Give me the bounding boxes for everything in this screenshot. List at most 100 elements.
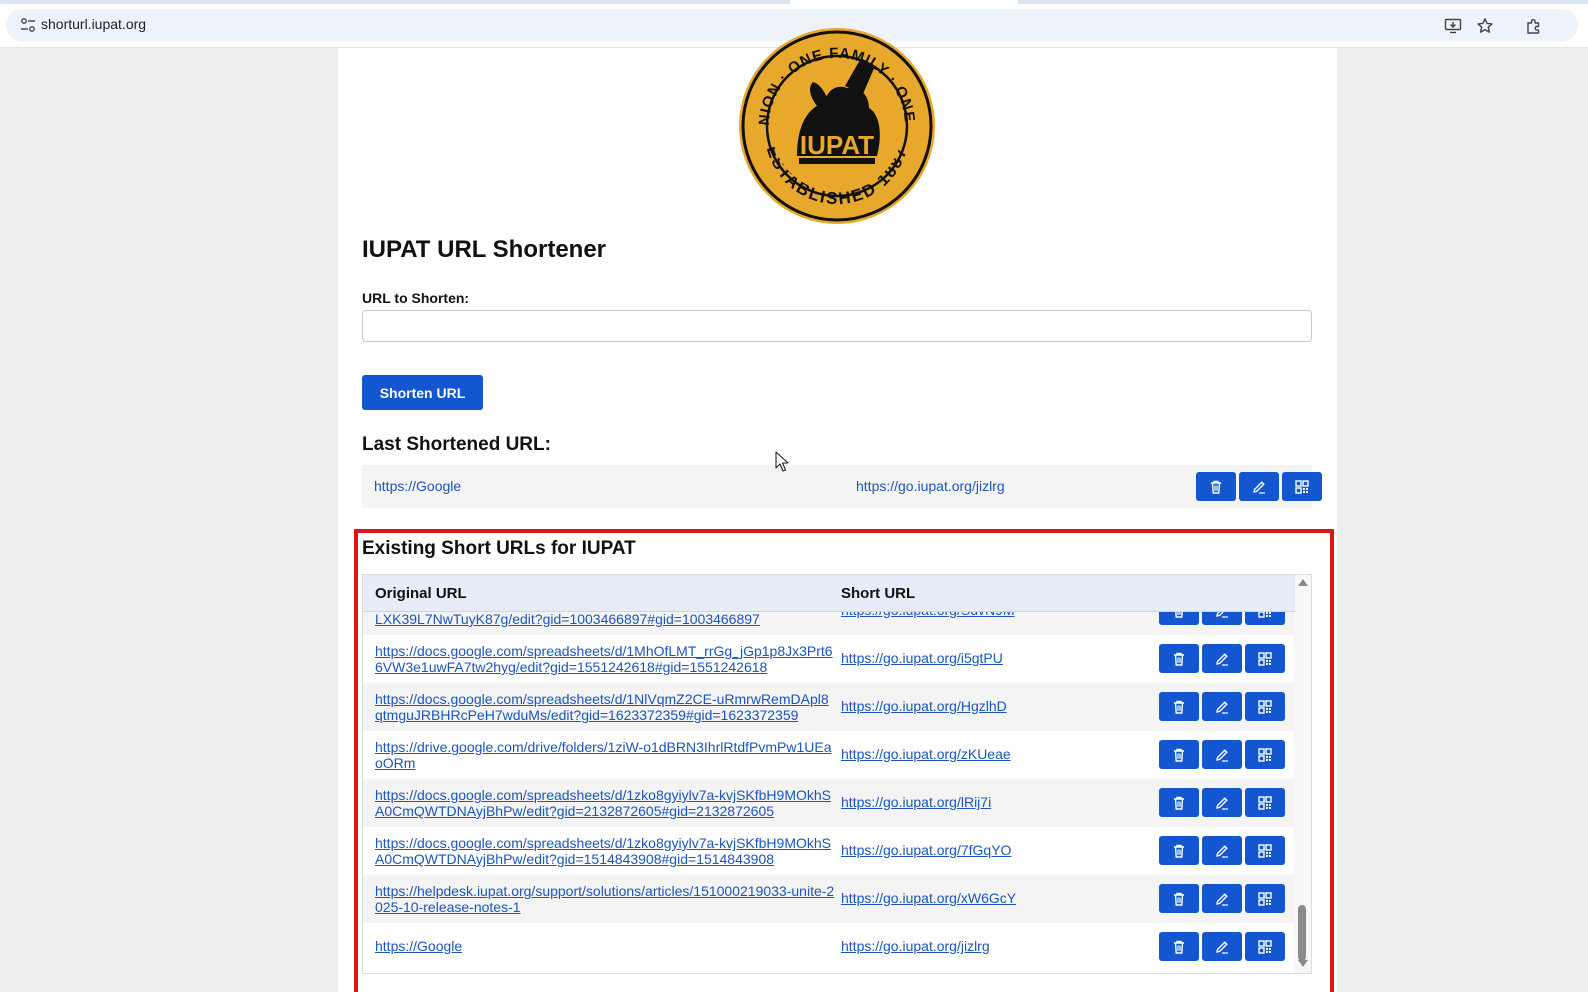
scroll-down-arrow[interactable] [1298,960,1308,967]
original-url-link[interactable]: https://docs.google.com/spreadsheets/d/1… [375,835,835,867]
original-url-link[interactable]: https://drive.google.com/drive/folders/1… [375,739,835,771]
original-url-link[interactable]: https://docs.google.com/spreadsheets/d/1… [375,643,835,675]
qr-code-button[interactable] [1245,740,1285,769]
edit-button[interactable] [1202,692,1242,721]
edit-button[interactable] [1202,740,1242,769]
short-url-link[interactable]: https://go.iupat.org/HgzlhD [841,698,1007,714]
last-shortened-heading: Last Shortened URL: [362,434,551,455]
delete-button[interactable] [1159,884,1199,913]
scroll-up-arrow[interactable] [1298,579,1308,586]
edit-button[interactable] [1202,644,1242,673]
trash-icon [1171,939,1187,955]
qr-code-button[interactable] [1282,472,1322,501]
scroll-thumb[interactable] [1298,905,1306,961]
edit-pencil-icon [1214,699,1230,715]
table-header: Original URL Short URL [363,575,1295,612]
row-actions [1159,644,1285,673]
row-actions [1159,692,1285,721]
qr-code-icon [1257,699,1273,715]
short-url-link[interactable]: https://go.iupat.org/jizlrg [841,938,990,954]
active-tab-indicator [790,0,1018,4]
qr-code-icon [1294,479,1310,495]
last-short-url-link[interactable]: https://go.iupat.org/jizlrg [856,478,1005,494]
qr-code-icon [1257,939,1273,955]
short-url-link[interactable]: https://go.iupat.org/i5gtPU [841,650,1003,666]
edit-pencil-icon [1214,747,1230,763]
original-url-link[interactable]: https://Google [375,938,835,954]
short-url-link[interactable]: https://go.iupat.org/xW6GcY [841,890,1016,906]
table-row: https://docs.google.com/spreadsheets/d/1… [363,683,1295,731]
edit-button[interactable] [1202,884,1242,913]
site-settings-icon[interactable] [20,18,36,32]
edit-pencil-icon [1214,891,1230,907]
qr-code-icon [1257,795,1273,811]
existing-urls-table[interactable]: https://docs.google.com/spreadsheets/d/1… [362,574,1312,974]
original-url-link[interactable]: https://docs.google.com/spreadsheets/d/1… [375,691,835,723]
column-header-original-url: Original URL [375,585,467,602]
edit-button[interactable] [1202,788,1242,817]
qr-code-icon [1257,651,1273,667]
table-scrollbar[interactable] [1294,575,1311,973]
table-row: https://drive.google.com/drive/folders/1… [363,731,1295,779]
original-url-link[interactable]: https://docs.google.com/spreadsheets/d/1… [375,787,835,819]
trash-icon [1208,479,1224,495]
delete-button[interactable] [1159,740,1199,769]
short-url-link[interactable]: https://go.iupat.org/zKUeae [841,746,1011,762]
short-url-link[interactable]: https://go.iupat.org/7fGqYO [841,842,1011,858]
shorten-url-button[interactable]: Shorten URL [362,375,483,410]
row-actions [1159,788,1285,817]
delete-button[interactable] [1159,692,1199,721]
edit-button[interactable] [1202,932,1242,961]
logo-center-text: IUPAT [800,130,874,160]
trash-icon [1171,795,1187,811]
qr-code-button[interactable] [1245,644,1285,673]
table-row: https://helpdesk.iupat.org/support/solut… [363,875,1295,923]
iupat-logo: ONE UNION · ONE FAMILY · ONE FIGHT ESTAB… [737,28,937,224]
url-to-shorten-input[interactable] [362,310,1312,342]
original-url-link[interactable]: https://helpdesk.iupat.org/support/solut… [375,883,835,915]
row-actions [1159,932,1285,961]
edit-button[interactable] [1202,836,1242,865]
edit-pencil-icon [1214,843,1230,859]
table-row: https://docs.google.com/spreadsheets/d/1… [363,635,1295,683]
url-to-shorten-label: URL to Shorten: [362,290,470,306]
edit-pencil-icon [1214,651,1230,667]
qr-code-button[interactable] [1245,836,1285,865]
short-url-link[interactable]: https://go.iupat.org/lRij7i [841,794,991,810]
edit-pencil-icon [1214,939,1230,955]
delete-button[interactable] [1159,932,1199,961]
delete-button[interactable] [1159,644,1199,673]
existing-urls-rows: https://docs.google.com/spreadsheets/d/1… [363,587,1295,971]
last-original-url-link[interactable]: https://Google [374,478,461,494]
trash-icon [1171,747,1187,763]
qr-code-button[interactable] [1245,884,1285,913]
install-app-icon[interactable] [1443,16,1463,36]
trash-icon [1171,843,1187,859]
qr-code-button[interactable] [1245,692,1285,721]
edit-pencil-icon [1251,479,1267,495]
delete-button[interactable] [1196,472,1236,501]
trash-icon [1171,651,1187,667]
qr-code-icon [1257,843,1273,859]
table-row: https://docs.google.com/spreadsheets/d/1… [363,827,1295,875]
row-actions [1159,740,1285,769]
extensions-icon[interactable] [1524,16,1544,36]
table-row: https://Google https://go.iupat.org/jizlr… [363,923,1295,971]
column-header-short-url: Short URL [841,585,916,602]
page-title: IUPAT URL Shortener [362,236,607,263]
mouse-pointer-icon [775,451,789,473]
qr-code-button[interactable] [1245,788,1285,817]
row-actions [1159,836,1285,865]
delete-button[interactable] [1159,788,1199,817]
edit-button[interactable] [1239,472,1279,501]
qr-code-icon [1257,891,1273,907]
delete-button[interactable] [1159,836,1199,865]
edit-pencil-icon [1214,795,1230,811]
row-actions [1159,884,1285,913]
qr-code-button[interactable] [1245,932,1285,961]
table-row: https://docs.google.com/spreadsheets/d/1… [363,779,1295,827]
address-url[interactable]: shorturl.iupat.org [41,16,146,32]
bookmark-star-icon[interactable] [1475,16,1495,36]
last-shortened-row: https://Google https://go.iupat.org/jizl… [362,465,1322,508]
trash-icon [1171,699,1187,715]
